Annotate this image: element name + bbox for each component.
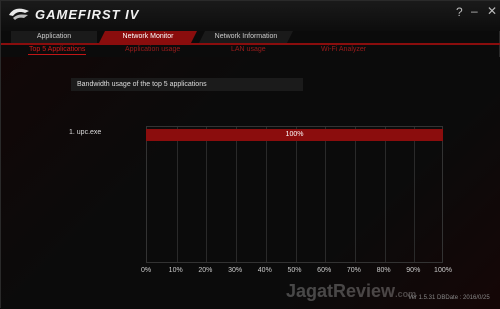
gridline: [384, 127, 386, 262]
tab-application[interactable]: Application: [11, 31, 97, 43]
subtab-wifi-analyzer[interactable]: Wi-Fi Analyzer: [321, 46, 366, 53]
app-window: GAMEFIRST IV ? – ✕ Application Network M…: [0, 0, 500, 309]
tab-underline: [1, 43, 500, 45]
x-axis-tick: 90%: [406, 267, 421, 274]
gridline: [325, 127, 327, 262]
subtab-application-usage[interactable]: Application usage: [125, 46, 180, 53]
x-axis-tick: 100%: [434, 267, 452, 274]
gridline: [206, 127, 208, 262]
watermark: JagatReview.com: [286, 281, 416, 302]
rog-logo-icon: [9, 8, 29, 20]
close-button[interactable]: ✕: [487, 4, 497, 18]
help-icon[interactable]: ?: [456, 5, 463, 19]
title-bar: GAMEFIRST IV ? – ✕: [1, 1, 500, 31]
x-axis-tick: 30%: [228, 267, 243, 274]
subtab-active-underline: [28, 54, 86, 55]
gridline: [265, 127, 267, 262]
app-label: 1. upc.exe: [69, 129, 102, 136]
chart-title: Bandwidth usage of the top 5 application…: [77, 81, 207, 88]
gridline: [354, 127, 356, 262]
x-axis-tick: 80%: [376, 267, 391, 274]
gridline: [236, 127, 238, 262]
x-axis-tick: 40%: [257, 267, 272, 274]
x-axis-tick: 70%: [346, 267, 361, 274]
gridline: [176, 127, 178, 262]
gridline: [295, 127, 297, 262]
subtab-top5-applications[interactable]: Top 5 Applications: [29, 46, 85, 53]
x-axis-tick: 0%: [140, 267, 152, 274]
minimize-button[interactable]: –: [471, 4, 478, 18]
tab-network-information[interactable]: Network Information: [199, 31, 293, 43]
x-axis-tick: 20%: [198, 267, 213, 274]
gridline: [414, 127, 416, 262]
chart-plot-area: [146, 126, 443, 263]
watermark-main: JagatReview: [286, 281, 396, 301]
x-axis-tick: 10%: [168, 267, 183, 274]
app-title: GAMEFIRST IV: [35, 7, 140, 22]
x-axis-tick: 60%: [317, 267, 332, 274]
x-axis-tick: 50%: [287, 267, 302, 274]
tab-network-monitor[interactable]: Network Monitor: [99, 31, 197, 43]
chart-bar-label: 100%: [285, 131, 304, 138]
subtab-lan-usage[interactable]: LAN usage: [231, 46, 266, 53]
version-text: Ver 1.5.31 DBDate : 2016/0/25: [408, 295, 490, 301]
